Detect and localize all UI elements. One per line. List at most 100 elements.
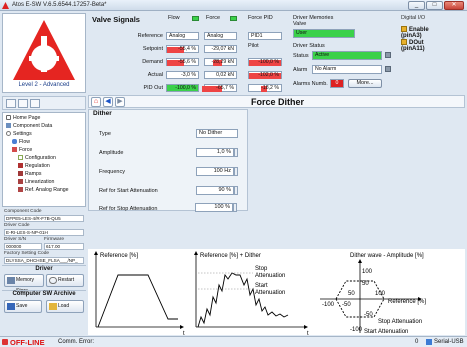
- configuration-icon: [18, 155, 23, 160]
- ref-start-attenuation-input[interactable]: 90 %: [196, 186, 234, 195]
- flow-demand-value: -55,6 %: [166, 58, 199, 66]
- amplitude-input[interactable]: 1,0 %: [196, 148, 234, 157]
- tree-item-regulation[interactable]: Regulation: [18, 163, 50, 170]
- flow-icon: [12, 139, 17, 144]
- ramps-icon: [18, 171, 23, 176]
- home-icon: [6, 115, 11, 120]
- force-column-header: Force: [206, 15, 221, 21]
- ref-analog-range-icon: [18, 187, 23, 192]
- reference-graph: Reference [%] t: [94, 251, 185, 335]
- restart-icon: [49, 277, 57, 284]
- tree-item-settings[interactable]: Settings: [6, 131, 32, 138]
- settings-icon: [6, 131, 11, 136]
- enable-pin-item: Enable (pinA3): [401, 26, 429, 39]
- pilot-header: Pilot: [248, 43, 259, 49]
- ref-stop-attenuation-input[interactable]: 100 %: [195, 203, 233, 212]
- atos-logo-icon: [13, 20, 75, 80]
- tree-item-configuration[interactable]: Configuration: [18, 155, 56, 162]
- frequency-spinner[interactable]: [234, 167, 238, 176]
- load-button[interactable]: Load: [46, 300, 84, 313]
- type-label: Type: [99, 131, 111, 137]
- tree-item-flow[interactable]: Flow: [12, 139, 30, 146]
- user-level-label: Level 2 - Advanced: [18, 82, 70, 88]
- offline-status: OFF-LINE: [10, 338, 45, 347]
- minimize-button[interactable]: _: [408, 1, 425, 10]
- flow-column-header: Flow: [168, 15, 180, 21]
- factory-code-field: DLYSSA_DHCHSE_FLSA___/NP_: [4, 257, 84, 264]
- usb-icon: [426, 339, 432, 345]
- tree-item-component-data[interactable]: Component Data: [6, 123, 52, 130]
- save-icon: [7, 303, 15, 310]
- port-label: Serial-USB: [434, 339, 464, 345]
- dither-type-select[interactable]: No Dither: [196, 129, 238, 138]
- force-actual-value: 0,02 kN: [204, 71, 237, 79]
- close-button[interactable]: ✕: [444, 1, 464, 10]
- force-setpoint-value: -29,07 kN: [204, 45, 237, 53]
- linearization-icon: [18, 179, 23, 184]
- flow-indicator-icon: [192, 16, 199, 21]
- force-icon: [12, 147, 17, 152]
- pilot-pid-out-value: -18,2 %: [248, 84, 282, 92]
- tree-item-force[interactable]: Force: [12, 147, 32, 154]
- force-pid-select[interactable]: PID1: [248, 32, 282, 40]
- demand-row-label: Demand: [142, 59, 163, 65]
- view-tree-icon[interactable]: [6, 99, 16, 108]
- view-graph-icon[interactable]: [30, 99, 40, 108]
- enable-led-icon: [401, 26, 407, 32]
- dither-diagrams: Reference [%] t Reference [%] + Dither S…: [88, 249, 465, 335]
- pilot-demand-value: -100,0 %: [248, 58, 282, 66]
- regulation-icon: [18, 163, 23, 168]
- alarms-numb-value: 0: [330, 79, 344, 88]
- restart-button[interactable]: Restart: [46, 274, 84, 287]
- view-list-icon[interactable]: [18, 99, 28, 108]
- digital-io-label: Digital I/O: [401, 15, 426, 21]
- axis-h-50: 50: [348, 291, 355, 297]
- dout-led-icon: [401, 39, 407, 45]
- setpoint-row-label: Setpoint: [142, 46, 163, 52]
- nav-toolbar: [2, 96, 86, 110]
- force-indicator-icon: [230, 16, 237, 21]
- load-icon: [49, 303, 57, 310]
- memory-store-button[interactable]: Memory Store: [4, 274, 44, 294]
- dither-title: Dither: [93, 110, 112, 117]
- pilot-actual-value: -102,0 %: [248, 71, 282, 79]
- app-logo-icon: [2, 2, 9, 9]
- force-pid-out-value: -65,7 %: [201, 84, 237, 92]
- reference-dither-graph-title: Reference [%] + Dither: [200, 253, 261, 259]
- flow-reference-select[interactable]: Analog: [166, 32, 199, 40]
- atos-logo-panel: [2, 13, 86, 93]
- memory-store-icon: [7, 277, 15, 284]
- amplitude-spinner[interactable]: [234, 148, 238, 157]
- tree-item-ramps[interactable]: Ramps: [18, 171, 41, 178]
- dither-wave-start-label: Start Attenuation: [364, 329, 408, 335]
- save-button[interactable]: Save: [4, 300, 42, 313]
- firmware-field: 617.00: [44, 243, 84, 250]
- axis-v-50: 50: [362, 281, 369, 287]
- status-label: Status: [293, 53, 309, 59]
- axis-h-m50: -50: [342, 302, 351, 308]
- force-pid-column-header: Force PID: [248, 15, 273, 21]
- connection-plug-icon[interactable]: [2, 339, 8, 345]
- force-reference-select[interactable]: Analog: [204, 32, 237, 40]
- valve-memory-label: Valve: [293, 21, 307, 27]
- maximize-button[interactable]: □: [426, 1, 443, 10]
- amplitude-label: Amplitude: [99, 150, 124, 156]
- axis-h-m100: -100: [322, 302, 335, 308]
- tree-item-linearization[interactable]: Linearization: [18, 179, 54, 186]
- frequency-input[interactable]: 100 Hz: [196, 167, 234, 176]
- reference-graph-title: Reference [%]: [100, 253, 138, 259]
- title-bar: Atos E-SW V.6.5.6544.17257-Beta* _ □ ✕: [0, 0, 467, 11]
- archive-section-title: Computer SW Archive: [2, 290, 86, 298]
- tree-item-ref-analog-range[interactable]: Ref. Analog Range: [18, 187, 69, 194]
- start-attenuation-label-1: Start: [255, 283, 268, 289]
- valve-memory-value: User: [293, 29, 355, 38]
- ref-start-attenuation-spinner[interactable]: [234, 186, 238, 195]
- more-button[interactable]: More...: [348, 79, 382, 88]
- ref-stop-attenuation-spinner[interactable]: [233, 203, 237, 212]
- flow-setpoint-value: -55,4 %: [166, 45, 199, 53]
- tree-item-home[interactable]: Home Page: [6, 115, 40, 122]
- reference-row-label: Reference: [137, 33, 163, 39]
- stop-attenuation-label-1: Stop: [255, 266, 268, 272]
- status-bar: OFF-LINE Comm. Error: 0 Serial-USB: [0, 336, 467, 347]
- component-code-label: Component Code: [4, 209, 42, 214]
